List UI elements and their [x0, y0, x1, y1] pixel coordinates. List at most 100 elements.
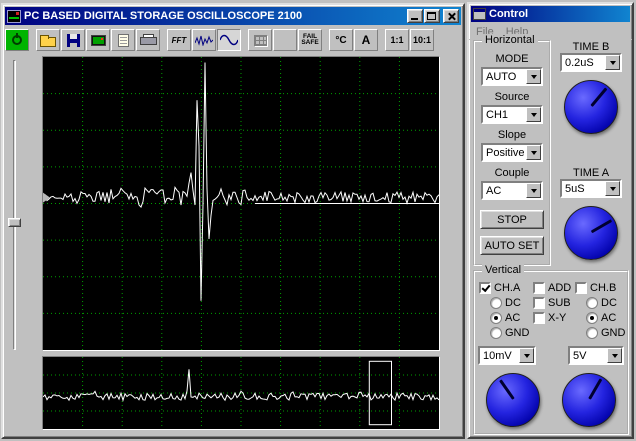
open-button[interactable]	[36, 29, 60, 51]
gnd-b-radio-row: GND	[575, 325, 626, 340]
grid-icon	[253, 34, 267, 46]
couple-select[interactable]: AC	[481, 181, 543, 200]
main-scope-display	[42, 56, 440, 351]
open-folder-icon	[40, 34, 56, 47]
main-window-title: PC BASED DIGITAL STORAGE OSCILLOSCOPE 21…	[24, 10, 303, 22]
dropdown-arrow-icon[interactable]	[605, 181, 620, 196]
chb-checkbox[interactable]	[575, 281, 587, 294]
mode-select[interactable]: AUTO	[481, 67, 543, 86]
dropdown-arrow-icon[interactable]	[526, 183, 541, 198]
time-a-select[interactable]: 5uS	[560, 179, 622, 198]
vertical-group-label: Vertical	[482, 264, 525, 276]
smooth-wave-icon	[220, 34, 238, 46]
noisy-wave-icon	[195, 35, 213, 46]
control-window-icon	[473, 8, 486, 20]
save-button[interactable]	[61, 29, 85, 51]
vertical-group: Vertical CH.A ADD CH.B DC SUB DC AC X-Y …	[473, 264, 629, 435]
volts-b-select[interactable]: 5V	[568, 346, 624, 365]
xy-checkbox[interactable]	[533, 311, 545, 324]
overview-scope-display[interactable]	[42, 356, 440, 430]
smooth-waveform-button[interactable]	[217, 29, 241, 51]
close-button[interactable]	[443, 9, 459, 23]
oscilloscope-window: PC BASED DIGITAL STORAGE OSCILLOSCOPE 21…	[1, 3, 465, 439]
toolbar-separator	[379, 29, 384, 51]
notes-button[interactable]	[111, 29, 135, 51]
grid-button[interactable]	[248, 29, 272, 51]
font-button[interactable]: A	[354, 29, 378, 51]
ac-a-label: AC	[505, 311, 521, 324]
slider-track[interactable]	[13, 60, 16, 350]
failsafe-button[interactable]: FAIL SAFE	[298, 29, 322, 51]
fft-button[interactable]: FFT	[167, 29, 191, 51]
dropdown-arrow-icon[interactable]	[605, 55, 620, 70]
ac-b-radio[interactable]	[586, 311, 598, 324]
main-waveform	[43, 57, 439, 350]
run-button[interactable]	[5, 29, 29, 51]
dropdown-arrow-icon[interactable]	[607, 348, 622, 363]
source-select[interactable]: CH1	[481, 105, 543, 124]
source-label: Source	[494, 91, 530, 103]
dropdown-arrow-icon[interactable]	[519, 348, 534, 363]
failsafe-label: FAIL SAFE	[301, 33, 319, 46]
slope-label: Slope	[497, 129, 527, 141]
gnd-a-label: GND	[505, 326, 530, 339]
gnd-a-radio-row: GND	[479, 325, 533, 340]
app-icon	[7, 9, 21, 23]
volts-b-knob[interactable]	[562, 373, 616, 427]
time-a-knob[interactable]	[564, 206, 618, 260]
knob-pointer	[588, 378, 603, 400]
capture-button[interactable]	[86, 29, 110, 51]
xy-checkbox-row: X-Y	[533, 310, 575, 325]
gnd-b-radio[interactable]	[586, 326, 598, 339]
dc-a-radio[interactable]	[490, 296, 502, 309]
knob-pointer	[590, 219, 613, 234]
main-titlebar[interactable]: PC BASED DIGITAL STORAGE OSCILLOSCOPE 21…	[5, 7, 461, 25]
print-button[interactable]	[136, 29, 160, 51]
chb-label: CH.B	[590, 281, 617, 294]
dc-b-radio-row: DC	[575, 295, 626, 310]
probe-1-1-button[interactable]: 1:1	[385, 29, 409, 51]
dc-a-label: DC	[505, 296, 521, 309]
volts-a-knob[interactable]	[486, 373, 540, 427]
add-label: ADD	[548, 281, 572, 294]
control-window: Control File Help Horizontal MODE AUTO S…	[467, 2, 634, 439]
dropdown-arrow-icon[interactable]	[526, 69, 541, 84]
noisy-waveform-button[interactable]	[192, 29, 216, 51]
add-checkbox[interactable]	[533, 281, 545, 294]
volts-a-select[interactable]: 10mV	[478, 346, 536, 365]
time-a-label: TIME A	[572, 167, 610, 179]
cha-label: CH.A	[494, 281, 521, 294]
sub-checkbox-row: SUB	[533, 295, 575, 310]
gnd-a-radio[interactable]	[490, 326, 502, 339]
toolbar-separator	[30, 29, 35, 51]
time-b-knob[interactable]	[564, 80, 618, 134]
ac-a-radio[interactable]	[490, 311, 502, 324]
horizontal-group-label: Horizontal	[482, 34, 538, 46]
time-b-label: TIME B	[572, 41, 610, 53]
sub-checkbox[interactable]	[533, 296, 545, 309]
time-b-select[interactable]: 0.2uS	[560, 53, 622, 72]
celsius-button[interactable]: °C	[329, 29, 353, 51]
ac-b-radio-row: AC	[575, 310, 626, 325]
autoset-button[interactable]: AUTO SET	[480, 236, 544, 255]
ac-a-radio-row: AC	[479, 310, 533, 325]
probe-10-1-button[interactable]: 10:1	[410, 29, 434, 51]
dc-b-radio[interactable]	[586, 296, 598, 309]
slider-thumb[interactable]	[8, 218, 21, 227]
slope-select[interactable]: Positive	[481, 143, 543, 162]
cha-checkbox[interactable]	[479, 281, 491, 294]
toolbar-separator	[242, 29, 247, 51]
toolbar-separator	[161, 29, 166, 51]
minimize-button[interactable]	[407, 9, 423, 23]
sub-label: SUB	[548, 296, 571, 309]
dotted-display-button[interactable]	[273, 29, 297, 51]
dropdown-arrow-icon[interactable]	[526, 145, 541, 160]
mode-label: MODE	[495, 53, 529, 65]
dc-b-label: DC	[601, 296, 617, 309]
maximize-button[interactable]	[424, 9, 440, 23]
stop-button[interactable]: STOP	[480, 210, 544, 229]
dropdown-arrow-icon[interactable]	[526, 107, 541, 122]
minimize-icon	[411, 18, 418, 20]
vertical-position-slider[interactable]	[7, 60, 23, 350]
control-titlebar[interactable]: Control	[471, 6, 630, 22]
